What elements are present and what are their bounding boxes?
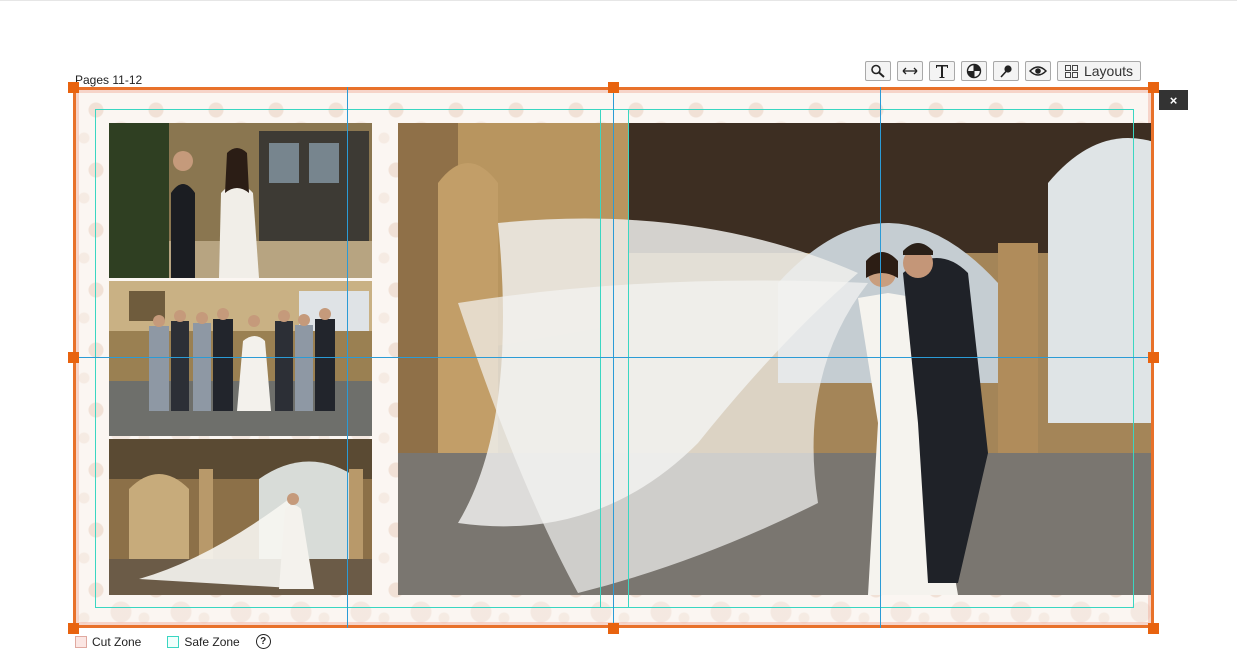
safe-zone-bottom (95, 607, 1134, 608)
text-t-icon (936, 65, 948, 78)
editor-toolbar: Layouts (865, 61, 1141, 83)
layouts-label: Layouts (1083, 63, 1134, 79)
handle-bottom-center[interactable] (608, 623, 619, 634)
photo-wedding-party[interactable] (109, 281, 372, 436)
pin-icon (1000, 65, 1012, 78)
close-button[interactable]: × (1159, 90, 1188, 110)
veil-hero-image (398, 123, 1151, 595)
fit-width-button[interactable] (897, 61, 923, 81)
handle-top-left[interactable] (68, 82, 79, 93)
color-button[interactable] (961, 61, 987, 81)
guide-horizontal-center (73, 357, 1154, 358)
handle-bottom-left[interactable] (68, 623, 79, 634)
photo-bride-arches[interactable] (109, 439, 372, 595)
top-divider (0, 0, 1237, 1)
grid-icon (1064, 64, 1078, 78)
safe-zone-swatch (167, 635, 180, 648)
safe-zone-top (95, 109, 1134, 110)
eyedropper-button[interactable] (993, 61, 1019, 81)
handle-middle-right[interactable] (1148, 352, 1159, 363)
safe-zone-gutter-right (628, 109, 629, 608)
layouts-button[interactable]: Layouts (1057, 61, 1141, 81)
help-icon[interactable]: ? (255, 634, 271, 649)
photo-couple-portrait[interactable] (109, 123, 372, 278)
page-label: Pages 11-12 (75, 73, 143, 87)
cut-zone-swatch (75, 635, 87, 648)
eye-icon (1029, 66, 1047, 76)
safe-zone-left (95, 109, 96, 608)
safe-zone-right (1133, 109, 1134, 608)
handle-top-right[interactable] (1148, 82, 1159, 93)
safe-zone-label: Safe Zone (184, 634, 240, 649)
preview-button[interactable] (1025, 61, 1051, 81)
couple-portrait-image (109, 123, 372, 278)
zoom-button[interactable] (865, 61, 891, 81)
text-button[interactable] (929, 61, 955, 81)
bride-arches-image (109, 439, 372, 595)
horizontal-arrows-icon (902, 67, 918, 75)
handle-middle-left[interactable] (68, 352, 79, 363)
wedding-party-image (109, 281, 372, 436)
close-icon: × (1169, 92, 1178, 108)
handle-top-center[interactable] (608, 82, 619, 93)
magnifier-icon (871, 64, 885, 78)
zone-legend: Cut Zone Safe Zone ? (75, 634, 271, 649)
photo-veil-hero[interactable] (398, 123, 1151, 595)
handle-bottom-right[interactable] (1148, 623, 1159, 634)
color-wheel-icon (966, 63, 982, 79)
safe-zone-gutter-left (600, 109, 601, 608)
cut-zone-label: Cut Zone (92, 634, 142, 649)
